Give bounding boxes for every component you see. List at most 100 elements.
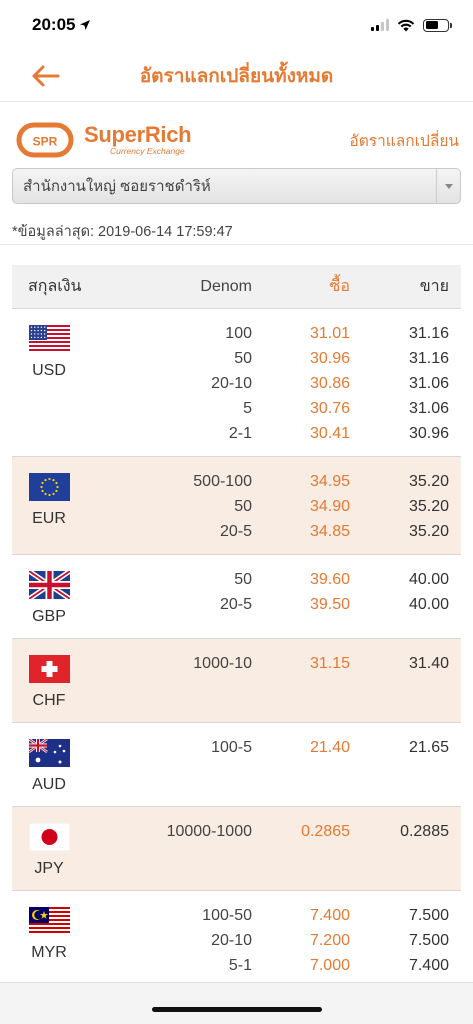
nav-bar: อัตราแลกเปลี่ยนทั้งหมด (0, 50, 473, 102)
table-row: GBP 50 39.60 40.00 20-5 39.50 40.00 (12, 555, 461, 639)
denom-value: 10000-1000 (166, 822, 252, 840)
rate-line: 20-10 30.86 31.06 (132, 371, 461, 396)
buy-rate: 30.96 (309, 349, 350, 367)
home-indicator[interactable] (152, 1007, 322, 1012)
table-row: AUD 100-5 21.40 21.65 (12, 723, 461, 807)
sell-rate: 35.20 (408, 497, 449, 515)
denom-value: 20-5 (219, 522, 252, 540)
sell-rate: 31.06 (408, 374, 449, 392)
buy-rate: 34.85 (309, 522, 350, 540)
denom-value: 20-10 (211, 931, 252, 949)
location-arrow-icon (80, 20, 91, 30)
buy-rate: 7.200 (309, 931, 350, 949)
sell-rate: 40.00 (408, 570, 449, 588)
rate-line: 100-50 7.400 7.500 (132, 903, 461, 928)
branch-select[interactable]: สำนักงานใหญ่ ซอยราชดำริห์ (12, 168, 461, 204)
denom-value: 100-50 (202, 906, 252, 924)
buy-rate: 7.000 (309, 956, 350, 974)
ch-flag-icon (28, 655, 70, 683)
header-currency: สกุลเงิน (28, 278, 82, 295)
header-sell: ขาย (419, 278, 449, 295)
buy-rate: 30.41 (309, 424, 350, 442)
sell-rate: 0.2885 (400, 822, 449, 840)
rate-line: 1000-10 31.15 31.40 (132, 651, 461, 676)
brand-row: SPR SuperRich Currency Exchange อัตราแลก… (0, 102, 473, 164)
branch-select-value: สำนักงานใหญ่ ซอยราชดำริห์ (23, 178, 211, 195)
rates-table: สกุลเงิน Denom ซื้อ ขาย USD 100 31.01 31.16… (12, 265, 461, 1024)
currency-cell: GBP (12, 555, 132, 638)
status-indicators (371, 18, 452, 32)
rate-lines: 100-5 21.40 21.65 (132, 723, 461, 806)
buy-rate: 39.60 (309, 570, 350, 588)
currency-cell: JPY (12, 807, 132, 890)
uk-flag-icon (27, 568, 71, 602)
exchange-rates-link[interactable]: อัตราแลกเปลี่ยน (349, 128, 459, 153)
table-body: USD 100 31.01 31.16 50 30.96 31.16 20-10 30.86 31… (12, 309, 461, 1024)
buy-rate: 30.86 (309, 374, 350, 392)
denom-value: 100-5 (211, 738, 252, 756)
denom-value: 2-1 (228, 424, 252, 442)
sell-rate: 35.20 (408, 472, 449, 490)
battery-icon (423, 18, 452, 32)
rate-line: 20-10 7.200 7.500 (132, 928, 461, 953)
header-buy: ซื้อ (329, 278, 350, 295)
rate-line: 50 30.96 31.16 (132, 346, 461, 371)
rate-line: 2-1 30.41 30.96 (132, 421, 461, 446)
us-flag-icon (28, 325, 70, 353)
currency-code: USD (32, 362, 66, 379)
eu-flag-icon (28, 473, 70, 501)
denom-value: 50 (234, 497, 252, 515)
rate-line: 50 39.60 40.00 (132, 567, 461, 592)
logo-badge-text: SPR (33, 135, 58, 149)
logo-subtitle: Currency Exchange (110, 146, 185, 157)
cellular-signal-icon (371, 19, 389, 31)
sell-rate: 7.400 (408, 956, 449, 974)
status-bar: 20:05 (0, 0, 473, 50)
status-time: 20:05 (32, 15, 91, 35)
rate-line: 100-5 21.40 21.65 (132, 735, 461, 760)
rate-lines: 500-100 34.95 35.20 50 34.90 35.20 20-5 34.85 35… (132, 457, 461, 554)
denom-value: 20-5 (219, 595, 252, 613)
sell-rate: 31.06 (408, 399, 449, 417)
sell-rate: 7.500 (408, 906, 449, 924)
buy-rate: 31.15 (309, 654, 350, 672)
buy-rate: 39.50 (309, 595, 350, 613)
currency-code: CHF (32, 692, 66, 709)
rate-lines: 100 31.01 31.16 50 30.96 31.16 20-10 30.86 31.06… (132, 309, 461, 456)
currency-cell: EUR (12, 457, 132, 554)
rate-line: 5-1 7.000 7.400 (132, 953, 461, 978)
superrich-logo: SPR SuperRich Currency Exchange (12, 121, 192, 159)
denom-value: 500-100 (193, 472, 252, 490)
buy-rate: 21.40 (309, 738, 350, 756)
sell-rate: 21.65 (408, 738, 449, 756)
denom-value: 1000-10 (193, 654, 252, 672)
table-row: MYR 100-50 7.400 7.500 20-10 7.200 7.500 5-1 7.0… (12, 891, 461, 989)
table-row: JPY 10000-1000 0.2865 0.2885 (12, 807, 461, 891)
currency-code: MYR (31, 944, 67, 961)
denom-value: 20-10 (211, 374, 252, 392)
rate-line: 5 30.76 31.06 (132, 396, 461, 421)
dropdown-arrow-icon (436, 169, 460, 203)
currency-cell: CHF (12, 639, 132, 722)
rate-line: 10000-1000 0.2865 0.2885 (132, 819, 461, 844)
currency-code: GBP (32, 608, 66, 625)
my-flag-icon (28, 907, 70, 935)
sell-rate: 31.16 (408, 349, 449, 367)
back-button[interactable] (30, 62, 62, 90)
buy-rate: 34.90 (309, 497, 350, 515)
sell-rate: 40.00 (408, 595, 449, 613)
rate-line: 20-5 34.85 35.20 (132, 519, 461, 544)
currency-code: EUR (32, 510, 66, 527)
rate-lines: 1000-10 31.15 31.40 (132, 639, 461, 722)
table-row: CHF 1000-10 31.15 31.40 (12, 639, 461, 723)
rate-lines: 10000-1000 0.2865 0.2885 (132, 807, 461, 890)
buy-rate: 0.2865 (301, 822, 350, 840)
sell-rate: 35.20 (408, 522, 449, 540)
buy-rate: 30.76 (309, 399, 350, 417)
currency-cell: USD (12, 309, 132, 456)
denom-value: 50 (234, 570, 252, 588)
page-title: อัตราแลกเปลี่ยนทั้งหมด (139, 65, 334, 87)
logo-text: SuperRich Currency Exchange (84, 124, 192, 157)
buy-rate: 7.400 (309, 906, 350, 924)
buy-rate: 31.01 (309, 324, 350, 342)
